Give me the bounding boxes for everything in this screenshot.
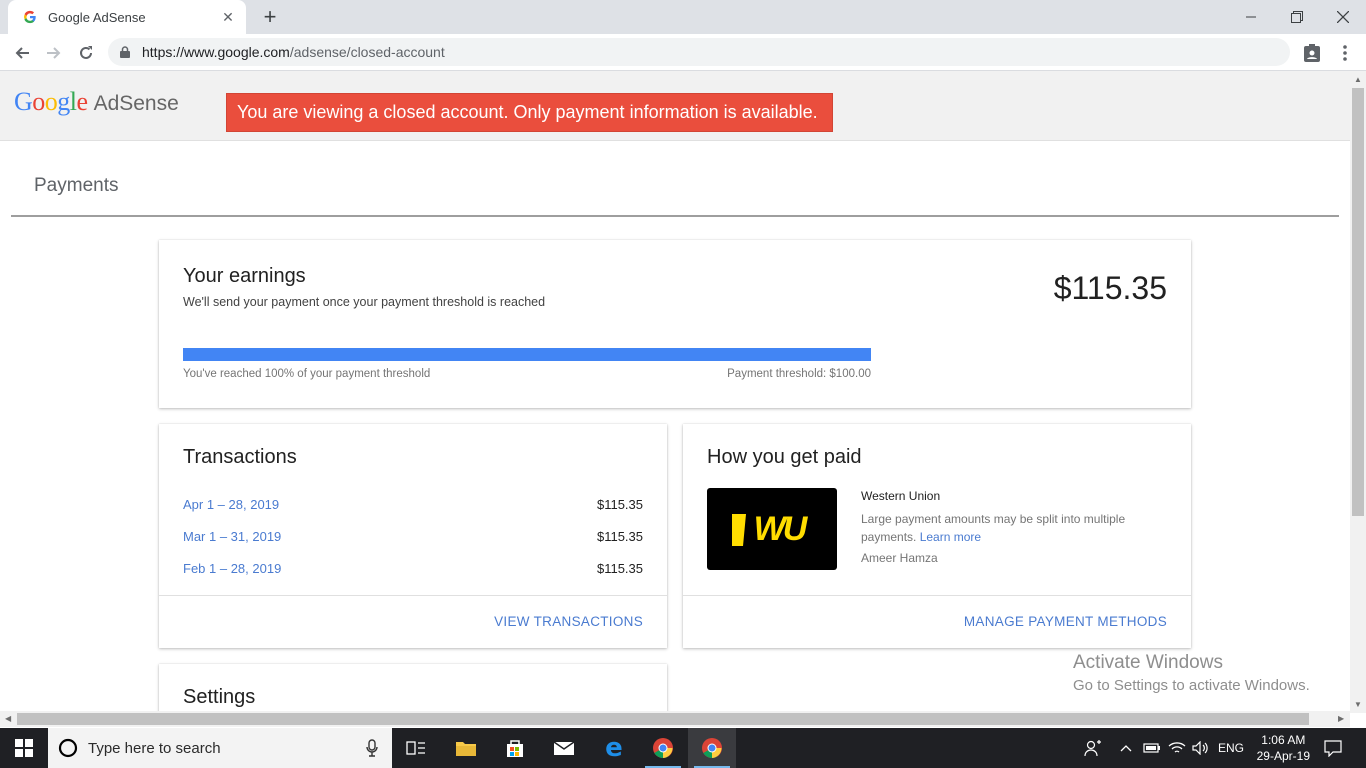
earnings-card: Your earnings We'll send your payment on… bbox=[159, 240, 1191, 408]
payment-method-title: How you get paid bbox=[707, 446, 862, 468]
transaction-amount: $115.35 bbox=[596, 529, 643, 544]
scroll-right-arrow-icon[interactable]: ▶ bbox=[1338, 714, 1344, 723]
file-explorer-icon[interactable] bbox=[442, 728, 490, 768]
payment-method-name: Western Union bbox=[861, 489, 941, 503]
wifi-icon[interactable] bbox=[1168, 728, 1186, 768]
threshold-progress-bar bbox=[183, 348, 871, 361]
notification-center-icon[interactable] bbox=[1324, 728, 1342, 768]
payment-method-card: How you get paid WU Western Union Large … bbox=[683, 424, 1191, 648]
mail-icon[interactable] bbox=[540, 728, 588, 768]
taskbar-clock[interactable]: 1:06 AM 29-Apr-19 bbox=[1257, 732, 1310, 764]
transactions-card-footer: VIEW TRANSACTIONS bbox=[159, 595, 667, 648]
windows-taskbar: Type here to search e ENG 1:06 AM 29-Apr… bbox=[0, 728, 1366, 768]
manage-payment-methods-link[interactable]: MANAGE PAYMENT METHODS bbox=[964, 614, 1167, 629]
browser-tab-strip: Google AdSense ✕ + bbox=[0, 0, 1366, 34]
clock-date: 29-Apr-19 bbox=[1256, 749, 1310, 763]
transaction-date-link[interactable]: Feb 1 – 28, 2019 bbox=[183, 561, 281, 576]
tab-title: Google AdSense bbox=[48, 9, 146, 25]
transaction-row: Apr 1 – 28, 2019 $115.35 bbox=[183, 497, 643, 512]
back-arrow-icon[interactable] bbox=[9, 40, 35, 66]
transaction-amount: $115.35 bbox=[596, 497, 643, 512]
task-view-icon[interactable] bbox=[392, 728, 440, 768]
transaction-row: Feb 1 – 28, 2019 $115.35 bbox=[183, 561, 643, 576]
volume-icon[interactable] bbox=[1192, 728, 1210, 768]
windows-start-icon[interactable] bbox=[0, 728, 48, 768]
scroll-down-arrow-icon[interactable]: ▼ bbox=[1354, 700, 1362, 709]
chrome-taskbar-icon[interactable] bbox=[639, 728, 687, 768]
reload-icon[interactable] bbox=[73, 40, 99, 66]
settings-title: Settings bbox=[183, 686, 256, 708]
payment-method-desc-text: Large payment amounts may be split into … bbox=[861, 512, 1126, 544]
show-hidden-icons-chevron-icon[interactable] bbox=[1120, 728, 1132, 768]
threshold-progress-fill bbox=[183, 348, 871, 361]
close-window-button[interactable] bbox=[1320, 0, 1366, 34]
earnings-amount: $115.35 bbox=[1053, 270, 1167, 306]
browser-toolbar: https://www.google.com/adsense/closed-ac… bbox=[0, 34, 1366, 71]
microphone-icon[interactable] bbox=[366, 739, 378, 757]
adsense-wordmark: AdSense bbox=[93, 92, 179, 115]
tab-close-icon[interactable]: ✕ bbox=[220, 9, 236, 26]
battery-icon[interactable] bbox=[1143, 728, 1161, 768]
new-tab-button[interactable]: + bbox=[258, 5, 282, 29]
payment-method-card-footer: MANAGE PAYMENT METHODS bbox=[683, 595, 1191, 648]
google-wordmark: Google bbox=[14, 87, 88, 116]
url-text: https://www.google.com/adsense/closed-ac… bbox=[142, 44, 445, 60]
wu-stripes-icon bbox=[732, 514, 746, 546]
view-transactions-link[interactable]: VIEW TRANSACTIONS bbox=[494, 614, 643, 629]
transaction-date-link[interactable]: Apr 1 – 28, 2019 bbox=[183, 497, 279, 512]
transaction-amount: $115.35 bbox=[596, 561, 643, 576]
transactions-card: Transactions Apr 1 – 28, 2019 $115.35 Ma… bbox=[159, 424, 667, 648]
horizontal-scrollbar[interactable]: ◀ ▶ bbox=[0, 711, 1350, 727]
earnings-title: Your earnings bbox=[183, 265, 306, 287]
vertical-scrollbar[interactable]: ▲ ▼ bbox=[1350, 71, 1366, 713]
vertical-scroll-thumb[interactable] bbox=[1352, 88, 1364, 516]
language-indicator[interactable]: ENG bbox=[1218, 728, 1244, 768]
chrome-active-taskbar-icon[interactable] bbox=[688, 728, 736, 768]
people-icon[interactable] bbox=[1084, 728, 1102, 768]
learn-more-link[interactable]: Learn more bbox=[920, 530, 981, 544]
adsense-header: Google AdSense You are viewing a closed a… bbox=[0, 71, 1350, 141]
transaction-row: Mar 1 – 31, 2019 $115.35 bbox=[183, 529, 643, 544]
progress-reached-text: You've reached 100% of your payment thre… bbox=[183, 368, 431, 380]
payment-method-description: Large payment amounts may be split into … bbox=[861, 510, 1151, 546]
address-bar[interactable]: https://www.google.com/adsense/closed-ac… bbox=[108, 38, 1290, 66]
settings-card: Settings bbox=[159, 664, 667, 713]
activate-windows-subtitle: Go to Settings to activate Windows. bbox=[1073, 677, 1310, 694]
earnings-subtitle: We'll send your payment once your paymen… bbox=[183, 295, 546, 309]
closed-account-banner: You are viewing a closed account. Only p… bbox=[226, 93, 833, 132]
scroll-up-arrow-icon[interactable]: ▲ bbox=[1354, 75, 1362, 84]
url-host: https://www.google.com bbox=[142, 44, 290, 60]
page-title: Payments bbox=[34, 175, 119, 196]
payment-threshold-text: Payment threshold: $100.00 bbox=[727, 368, 871, 380]
scroll-left-arrow-icon[interactable]: ◀ bbox=[5, 714, 11, 723]
forward-arrow-icon[interactable] bbox=[41, 40, 67, 66]
minimize-button[interactable] bbox=[1228, 0, 1274, 34]
edge-browser-icon[interactable]: e bbox=[590, 728, 638, 768]
transaction-date-link[interactable]: Mar 1 – 31, 2019 bbox=[183, 529, 281, 544]
profile-badge-icon[interactable] bbox=[1302, 43, 1322, 63]
google-favicon-icon bbox=[22, 9, 38, 25]
transactions-title: Transactions bbox=[183, 446, 297, 468]
title-divider bbox=[11, 215, 1339, 217]
payment-method-owner: Ameer Hamza bbox=[861, 551, 938, 565]
horizontal-scroll-thumb[interactable] bbox=[17, 713, 1309, 725]
western-union-logo: WU bbox=[707, 488, 837, 570]
taskbar-search-placeholder: Type here to search bbox=[88, 739, 221, 757]
chrome-menu-icon[interactable] bbox=[1335, 43, 1355, 63]
lock-icon bbox=[120, 46, 130, 58]
taskbar-search-box[interactable]: Type here to search bbox=[48, 728, 392, 768]
url-path: /adsense/closed-account bbox=[289, 44, 445, 60]
activate-windows-title: Activate Windows bbox=[1073, 652, 1223, 673]
microsoft-store-icon[interactable] bbox=[491, 728, 539, 768]
adsense-logo[interactable]: Google AdSense bbox=[14, 87, 179, 117]
clock-time: 1:06 AM bbox=[1261, 733, 1306, 747]
restore-button[interactable] bbox=[1274, 0, 1320, 34]
cortana-circle-icon bbox=[58, 738, 78, 758]
page-content: Google AdSense You are viewing a closed a… bbox=[0, 71, 1350, 713]
browser-tab[interactable]: Google AdSense ✕ bbox=[8, 0, 246, 34]
